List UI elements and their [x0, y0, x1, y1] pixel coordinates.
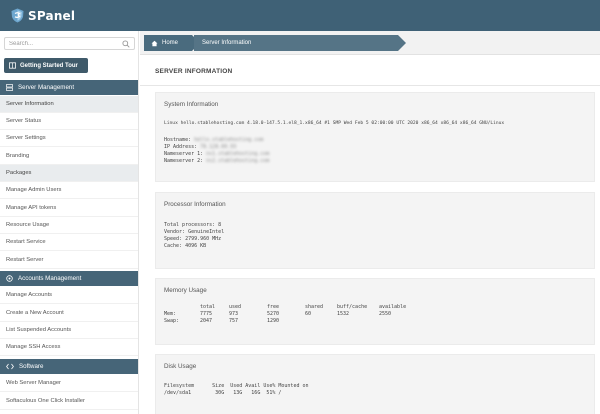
- system-information-panel: System Information Linux hello.stablehos…: [155, 92, 595, 182]
- book-icon: [9, 62, 16, 69]
- ns2-line: Nameserver 2: ns2.stablehosting.com: [164, 158, 270, 164]
- breadcrumb-home-label: Home: [162, 40, 179, 46]
- table-row: Mem: 7775 973 5270 60 1532 2550: [164, 310, 392, 317]
- sidebar-item-softaculous[interactable]: Softaculous One Click Installer: [0, 393, 138, 410]
- top-bar: SPanel: [0, 0, 600, 31]
- table-row: Swap: 2047 757 1290: [164, 317, 280, 324]
- sidebar-item-web-server-manager[interactable]: Web Server Manager: [0, 375, 138, 392]
- getting-started-tour-button[interactable]: Getting Started Tour: [4, 58, 88, 73]
- spanel-logo-icon[interactable]: [10, 8, 24, 24]
- breadcrumb: Home Server Information: [140, 31, 600, 55]
- ns2-value: ns2.stablehosting.com: [206, 158, 270, 164]
- breadcrumb-current-label: Server Information: [202, 40, 252, 46]
- ns1-line: Nameserver 1: ns1.stablehosting.com: [164, 151, 270, 157]
- sidebar-item-branding[interactable]: Branding: [0, 148, 138, 165]
- ip-line: IP Address: 78.128.60.93: [164, 144, 237, 150]
- tour-label: Getting Started Tour: [20, 62, 78, 69]
- code-icon: [6, 363, 14, 370]
- disk-row-line: /dev/sda1 30G 13G 16G 51% /: [164, 390, 282, 396]
- memory-table: total used free shared buff/cache availa…: [164, 303, 419, 324]
- sidebar-item-server-information[interactable]: Server Information: [0, 96, 138, 113]
- ns1-value: ns1.stablehosting.com: [206, 151, 270, 157]
- processor-line: Speed: 2799.960 MHz: [164, 236, 222, 242]
- panel-title: System Information: [164, 101, 219, 108]
- app-name[interactable]: SPanel: [28, 9, 75, 23]
- disk-header-line: Filesystem Size Used Avail Use% Mounted …: [164, 383, 309, 389]
- processor-line: Cache: 4096 KB: [164, 243, 207, 249]
- page-title: SERVER INFORMATION: [155, 68, 233, 75]
- gear-icon: [6, 275, 13, 282]
- search-input[interactable]: [5, 38, 115, 49]
- sidebar-item-manage-accounts[interactable]: Manage Accounts: [0, 287, 138, 304]
- hostname-value: hello.stablehosting.com: [194, 137, 264, 143]
- server-icon: [6, 84, 13, 91]
- processor-line: Vendor: GenuineIntel: [164, 229, 225, 235]
- sidebar-item-manage-api-tokens[interactable]: Manage API tokens: [0, 200, 138, 217]
- home-icon: [151, 40, 158, 46]
- sidebar-item-restart-server[interactable]: Restart Server: [0, 252, 138, 269]
- sidebar-item-server-status[interactable]: Server Status: [0, 113, 138, 130]
- section-label: Software: [19, 363, 44, 370]
- main-content: SERVER INFORMATION System Information Li…: [140, 55, 600, 414]
- sidebar-item-restart-service[interactable]: Restart Service: [0, 234, 138, 251]
- sidebar-search: [4, 37, 135, 50]
- sidebar-item-resource-usage[interactable]: Resource Usage: [0, 217, 138, 234]
- hostname-line: Hostname: hello.stablehosting.com: [164, 137, 264, 143]
- section-accounts-management[interactable]: Accounts Management: [0, 271, 138, 286]
- uname-text: Linux hello.stablehosting.com 4.18.0-147…: [164, 121, 505, 126]
- ip-value: 78.128.60.93: [200, 144, 237, 150]
- section-label: Server Management: [18, 84, 75, 91]
- section-server-management[interactable]: Server Management: [0, 80, 138, 95]
- sidebar: Getting Started Tour Server Management S…: [0, 31, 139, 414]
- sidebar-item-manage-ssh-access[interactable]: Manage SSH Access: [0, 339, 138, 356]
- sidebar-item-create-account[interactable]: Create a New Account: [0, 305, 138, 322]
- breadcrumb-home[interactable]: Home: [144, 35, 200, 51]
- processor-line: Total processors: 8: [164, 222, 222, 228]
- sidebar-item-manage-admin-users[interactable]: Manage Admin Users: [0, 182, 138, 199]
- sidebar-item-server-settings[interactable]: Server Settings: [0, 130, 138, 147]
- panel-title: Disk Usage: [164, 363, 197, 370]
- breadcrumb-current: Server Information: [194, 35, 406, 51]
- panel-title: Processor Information: [164, 201, 226, 208]
- search-icon[interactable]: [122, 40, 130, 48]
- sidebar-item-list-suspended-accounts[interactable]: List Suspended Accounts: [0, 322, 138, 339]
- section-software[interactable]: Software: [0, 359, 138, 374]
- processor-information-panel: Processor Information Total processors: …: [155, 192, 595, 269]
- section-label: Accounts Management: [18, 275, 82, 282]
- sidebar-item-packages[interactable]: Packages: [0, 165, 138, 182]
- panel-title: Memory Usage: [164, 287, 207, 294]
- table-header-row: total used free shared buff/cache availa…: [200, 303, 407, 310]
- memory-usage-panel: Memory Usage total used free shared buff…: [155, 278, 595, 345]
- disk-usage-panel: Disk Usage Filesystem Size Used Avail Us…: [155, 354, 595, 414]
